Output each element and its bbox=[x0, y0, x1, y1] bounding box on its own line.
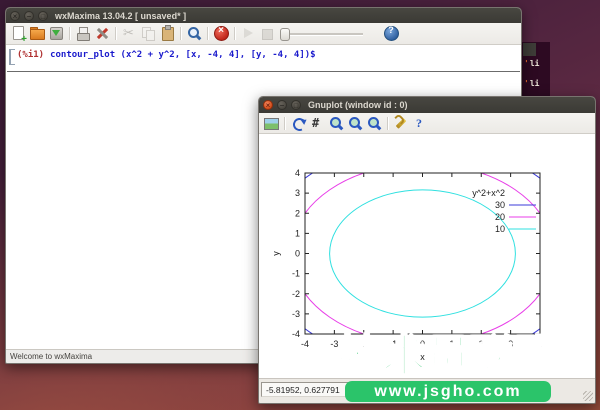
wxmaxima-titlebar[interactable]: wxMaxima 13.04.2 [ unsaved* ] bbox=[6, 8, 521, 23]
print-button[interactable] bbox=[75, 25, 92, 42]
legend-title: y^2+x^2 bbox=[472, 188, 505, 198]
terminal-text-line: li bbox=[524, 59, 540, 68]
animation-slider[interactable] bbox=[278, 25, 366, 42]
input-code-text[interactable]: contour_plot (x^2 + y^2, [x, -4, 4], [y,… bbox=[50, 50, 316, 60]
cell-bracket bbox=[9, 49, 16, 65]
open-button[interactable] bbox=[29, 25, 46, 42]
horizontal-cursor-line bbox=[7, 71, 520, 72]
legend-entry-label: 20 bbox=[495, 212, 505, 222]
y-tick-label: -2 bbox=[292, 289, 300, 299]
toggle-grid-button[interactable] bbox=[309, 115, 326, 132]
toolbar-separator bbox=[387, 116, 389, 130]
y-tick-label: 2 bbox=[295, 208, 300, 218]
zoom-previous-button[interactable] bbox=[328, 115, 345, 132]
gnuplot-window-title: Gnuplot (window id : 0) bbox=[308, 100, 408, 110]
wxmaxima-window-title: wxMaxima 13.04.2 [ unsaved* ] bbox=[55, 10, 187, 21]
legend-entry-label: 30 bbox=[495, 200, 505, 210]
terminal-text-line: li bbox=[524, 79, 540, 88]
y-tick-label: 4 bbox=[295, 168, 300, 178]
animation-play-button[interactable] bbox=[240, 25, 257, 42]
y-tick-label: -1 bbox=[292, 269, 300, 279]
wxmaxima-status-text: Welcome to wxMaxima bbox=[10, 352, 93, 361]
input-cell[interactable]: (%i1) contour_plot (x^2 + y^2, [x, -4, 4]… bbox=[17, 50, 316, 60]
new-document-button[interactable] bbox=[10, 25, 27, 45]
terminal-tab bbox=[523, 43, 536, 56]
contour-ellipse-10 bbox=[329, 189, 516, 318]
find-button[interactable] bbox=[186, 25, 203, 42]
help-button[interactable] bbox=[383, 25, 400, 42]
slider-track[interactable] bbox=[285, 33, 363, 36]
configure-button[interactable] bbox=[94, 25, 111, 42]
wxmaxima-minimize-button[interactable] bbox=[24, 10, 34, 21]
legend-entry-label: 10 bbox=[495, 224, 505, 234]
input-prompt-label: (%i1) bbox=[17, 50, 45, 60]
toolbar-separator bbox=[284, 116, 286, 130]
toolbar-separator bbox=[69, 27, 71, 40]
y-tick-label: 0 bbox=[295, 249, 300, 259]
y-tick-label: -3 bbox=[292, 309, 300, 319]
y-tick-label: -4 bbox=[292, 329, 300, 339]
watermark-url: www.jsgho.com bbox=[345, 381, 551, 403]
gnuplot-toolbar bbox=[259, 113, 595, 134]
toolbar-separator bbox=[207, 27, 209, 40]
cut-button[interactable] bbox=[121, 25, 138, 42]
y-tick-label: 3 bbox=[295, 188, 300, 198]
watermark: 技术员联盟 www.jsgho.com bbox=[337, 331, 559, 403]
x-tick-label: -4 bbox=[301, 339, 309, 349]
watermark-text: 技术员联盟 bbox=[337, 331, 559, 382]
contour-ellipse-20 bbox=[305, 173, 540, 334]
y-tick-label: 1 bbox=[295, 228, 300, 238]
desktop: li li wxMaxima 13.04.2 [ unsaved* ] (%i1)… bbox=[0, 0, 600, 410]
copy-to-clipboard-button[interactable] bbox=[263, 115, 280, 132]
gnuplot-titlebar[interactable]: Gnuplot (window id : 0) bbox=[259, 97, 595, 113]
copy-button[interactable] bbox=[140, 25, 157, 42]
gnuplot-maximize-button[interactable] bbox=[291, 100, 301, 110]
wxmaxima-maximize-button[interactable] bbox=[38, 10, 48, 21]
animation-stop-button[interactable] bbox=[259, 25, 276, 42]
interrupt-button[interactable] bbox=[213, 25, 230, 42]
gnuplot-minimize-button[interactable] bbox=[277, 100, 287, 110]
save-button[interactable] bbox=[48, 25, 65, 42]
configure-button[interactable] bbox=[393, 115, 410, 132]
toolbar-separator bbox=[115, 27, 117, 40]
resize-grip[interactable] bbox=[583, 391, 593, 401]
y-axis-label: y bbox=[271, 251, 281, 256]
slider-handle[interactable] bbox=[280, 28, 290, 41]
wxmaxima-close-button[interactable] bbox=[10, 10, 20, 21]
zoom-next-button[interactable] bbox=[347, 115, 364, 132]
gnuplot-close-button[interactable] bbox=[263, 100, 273, 110]
paste-button[interactable] bbox=[159, 25, 176, 42]
toolbar-separator bbox=[234, 27, 236, 40]
replot-button[interactable] bbox=[290, 115, 307, 132]
help-button[interactable] bbox=[412, 115, 429, 132]
autoscale-button[interactable] bbox=[366, 115, 383, 132]
wxmaxima-toolbar bbox=[6, 23, 521, 45]
toolbar-separator bbox=[180, 27, 182, 40]
